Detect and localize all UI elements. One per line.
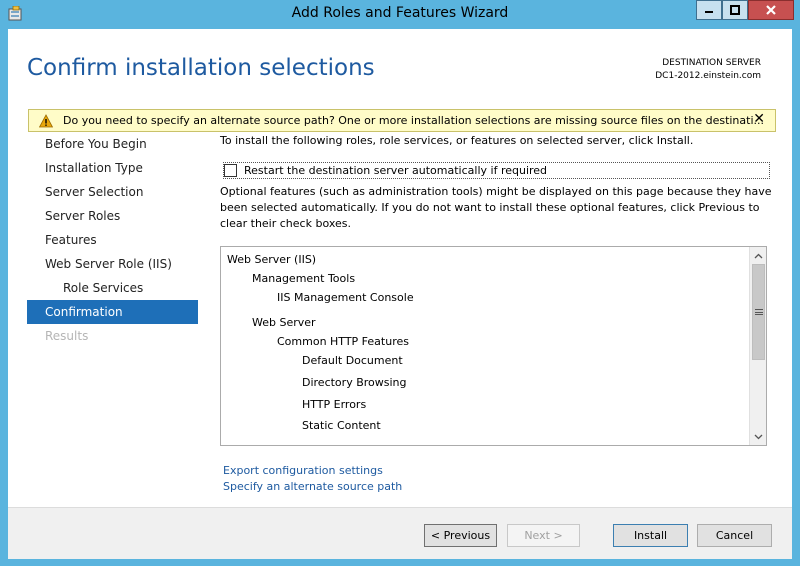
destination-label: DESTINATION SERVER (662, 58, 761, 68)
wizard-window: Add Roles and Features Wizard Confirm in… (0, 0, 800, 566)
chevron-down-icon (754, 434, 763, 439)
wizard-footer: < Previous Next > Install Cancel (8, 507, 792, 559)
wizard-nav: Before You Begin Installation Type Serve… (27, 132, 198, 348)
selections-list[interactable]: Web Server (IIS) Management Tools IIS Ma… (220, 246, 767, 446)
nav-item-results: Results (45, 329, 89, 343)
list-item: Static Content (302, 419, 381, 432)
maximize-button[interactable] (722, 0, 748, 20)
next-button: Next > (507, 524, 580, 547)
alternate-source-path-link[interactable]: Specify an alternate source path (223, 479, 402, 495)
export-configuration-link[interactable]: Export configuration settings (223, 463, 402, 479)
nav-item-before-you-begin[interactable]: Before You Begin (27, 132, 198, 156)
intro-text: To install the following roles, role ser… (220, 134, 694, 147)
chevron-up-icon (754, 253, 763, 258)
warning-text: Do you need to specify an alternate sour… (63, 114, 765, 127)
minimize-button[interactable] (696, 0, 722, 20)
list-item: Web Server (252, 316, 316, 329)
destination-server-info: DESTINATION SERVER DC1-2012.einstein.com (655, 57, 761, 83)
wizard-body: Confirm installation selections DESTINAT… (8, 29, 792, 559)
list-item: Default Document (302, 354, 403, 367)
nav-item-installation-type[interactable]: Installation Type (27, 156, 198, 180)
nav-item-confirmation[interactable]: Confirmation (27, 300, 198, 324)
install-button[interactable]: Install (613, 524, 688, 547)
list-item: HTTP Errors (302, 398, 367, 411)
cancel-button[interactable]: Cancel (697, 524, 772, 547)
window-controls (696, 0, 794, 21)
optional-features-note: Optional features (such as administratio… (220, 185, 772, 230)
warning-icon (39, 114, 53, 128)
warning-dismiss-button[interactable]: ✕ (753, 111, 765, 127)
scroll-down-button[interactable] (750, 428, 767, 445)
destination-server-name: DC1-2012.einstein.com (655, 71, 761, 81)
list-scrollbar[interactable] (749, 247, 766, 445)
action-links: Export configuration settings Specify an… (223, 463, 402, 495)
nav-item-features[interactable]: Features (27, 228, 198, 252)
nav-item-web-server-role[interactable]: Web Server Role (IIS) (27, 252, 198, 276)
nav-item-server-selection[interactable]: Server Selection (27, 180, 198, 204)
close-button[interactable] (748, 0, 794, 20)
close-icon (766, 5, 776, 15)
list-item: Directory Browsing (302, 376, 407, 389)
scroll-up-button[interactable] (750, 247, 767, 264)
restart-option[interactable]: Restart the destination server automatic… (223, 162, 770, 179)
restart-checkbox-label[interactable]: Restart the destination server automatic… (244, 164, 547, 177)
maximize-icon (730, 5, 740, 15)
grip-icon (755, 309, 763, 315)
warning-banner: Do you need to specify an alternate sour… (28, 109, 776, 132)
scroll-thumb[interactable] (752, 264, 765, 360)
minimize-icon (705, 11, 713, 13)
window-title: Add Roles and Features Wizard (291, 5, 509, 21)
list-item: Common HTTP Features (277, 335, 409, 348)
page-title: Confirm installation selections (27, 55, 375, 81)
previous-button[interactable]: < Previous (424, 524, 497, 547)
selections-list-content: Web Server (IIS) Management Tools IIS Ma… (221, 247, 749, 445)
nav-item-server-roles[interactable]: Server Roles (27, 204, 198, 228)
nav-item-role-services[interactable]: Role Services (27, 276, 198, 300)
list-item: Management Tools (252, 272, 356, 285)
restart-checkbox[interactable] (224, 164, 237, 177)
title-bar[interactable]: Add Roles and Features Wizard (0, 0, 800, 28)
list-item: IIS Management Console (277, 291, 414, 304)
list-item: Web Server (IIS) (227, 253, 317, 266)
